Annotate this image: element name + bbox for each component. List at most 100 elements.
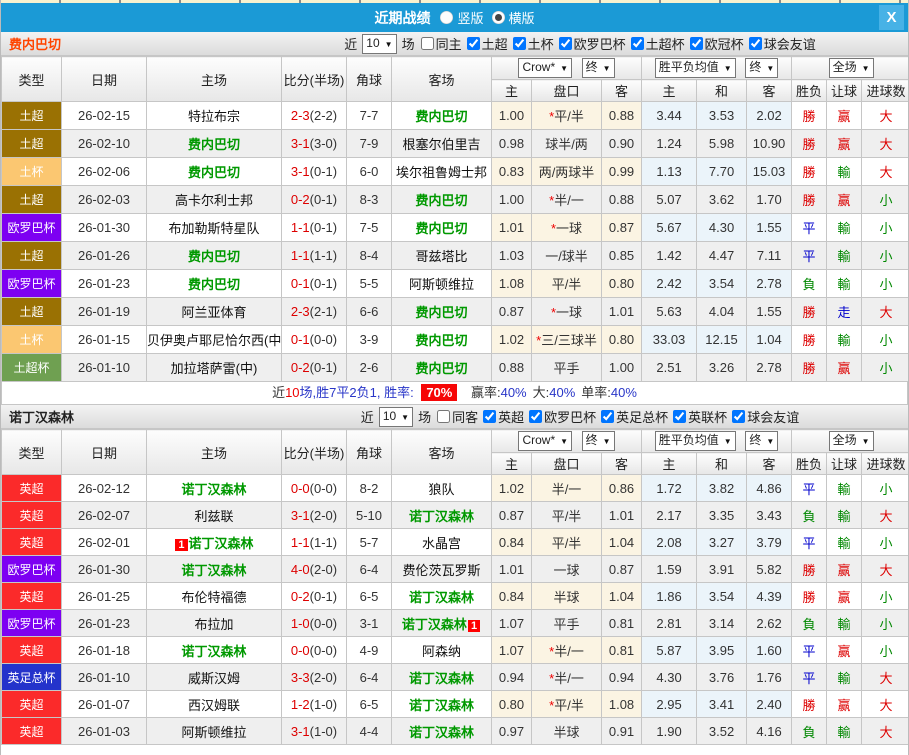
league-filter-checkbox[interactable]: 英足总杯 [598, 407, 668, 426]
away-team-cell[interactable]: 诺丁汉森林 [391, 717, 492, 745]
home-team-cell[interactable]: 布拉加 [146, 609, 282, 637]
home-team-name[interactable]: 费内巴切 [188, 137, 240, 152]
layout-radio-vertical[interactable] [440, 11, 454, 24]
home-team-name[interactable]: 费内巴切 [188, 249, 240, 264]
away-team-cell[interactable]: 费内巴切 [391, 353, 492, 382]
away-team-cell[interactable]: 阿森纳 [391, 636, 492, 664]
away-team-name[interactable]: 费伦茨瓦罗斯 [402, 563, 480, 578]
home-team-name[interactable]: 加拉塔萨雷(中) [171, 361, 258, 376]
home-team-cell[interactable]: 费内巴切 [146, 269, 282, 298]
away-team-cell[interactable]: 费内巴切 [391, 101, 492, 130]
away-team-cell[interactable]: 狼队 [391, 474, 492, 502]
away-team-name[interactable]: 费内巴切 [415, 305, 467, 320]
away-team-cell[interactable]: 诺丁汉森林 [391, 690, 492, 718]
home-team-cell[interactable]: 特拉布宗 [146, 101, 282, 130]
league-filter-checkbox[interactable]: 英联杯 [670, 407, 727, 426]
close-button[interactable]: X [879, 5, 904, 30]
league-checkbox-input[interactable] [748, 37, 762, 50]
home-team-cell[interactable]: 高卡尔利士邦 [146, 185, 282, 214]
away-team-name[interactable]: 水晶宫 [422, 536, 461, 551]
home-team-name[interactable]: 威斯汉姆 [188, 671, 240, 686]
home-team-cell[interactable]: 诺丁汉森林 [146, 636, 282, 664]
league-checkbox-input[interactable] [732, 410, 746, 423]
home-team-name[interactable]: 布加勒斯特星队 [168, 221, 259, 236]
league-filter-checkbox[interactable]: 球会友谊 [746, 34, 816, 53]
league-filter-checkbox[interactable]: 英超 [480, 407, 524, 426]
mean-final-select[interactable]: 终 [745, 431, 779, 451]
crow-final-select[interactable]: 终 [581, 58, 615, 78]
layout-radio-horizontal[interactable] [491, 11, 505, 24]
home-team-name[interactable]: 诺丁汉森林 [181, 482, 246, 497]
home-team-cell[interactable]: 威斯汉姆 [146, 663, 282, 691]
home-team-name[interactable]: 布拉加 [194, 617, 233, 632]
away-team-name[interactable]: 阿斯顿维拉 [409, 277, 474, 292]
home-team-name[interactable]: 西汉姆联 [188, 698, 240, 713]
league-filter-checkbox[interactable]: 欧冠杯 [687, 34, 744, 53]
same-venue-checkbox[interactable]: 同主 [418, 34, 462, 53]
home-team-cell[interactable]: 诺丁汉森林 [146, 555, 282, 583]
away-team-name[interactable]: 费内巴切 [415, 333, 467, 348]
home-team-name[interactable]: 利兹联 [194, 509, 233, 524]
away-team-cell[interactable]: 费内巴切 [391, 325, 492, 354]
league-checkbox-input[interactable] [601, 410, 615, 423]
league-checkbox-input[interactable] [483, 410, 497, 423]
league-checkbox-input[interactable] [558, 37, 572, 50]
home-team-cell[interactable]: 阿斯顿维拉 [146, 717, 282, 745]
home-team-name[interactable]: 阿兰亚体育 [181, 305, 246, 320]
away-team-name[interactable]: 费内巴切 [415, 361, 467, 376]
home-team-cell[interactable]: 费内巴切 [146, 157, 282, 186]
home-team-cell[interactable]: 利兹联 [146, 501, 282, 529]
away-team-name[interactable]: 费内巴切 [415, 109, 467, 124]
away-team-cell[interactable]: 阿斯顿维拉 [391, 269, 492, 298]
away-team-cell[interactable]: 哥兹塔比 [391, 241, 492, 270]
away-team-name[interactable]: 诺丁汉森林 [409, 698, 474, 713]
league-filter-checkbox[interactable]: 土超 [464, 34, 508, 53]
fullmatch-select[interactable]: 全场 [828, 58, 874, 78]
home-team-name[interactable]: 诺丁汉森林 [181, 644, 246, 659]
home-team-name[interactable]: 布伦特福德 [181, 590, 246, 605]
home-team-name[interactable]: 阿斯顿维拉 [181, 725, 246, 740]
away-team-name[interactable]: 诺丁汉森林 [409, 671, 474, 686]
away-team-cell[interactable]: 根塞尔伯里吉 [391, 129, 492, 158]
league-filter-checkbox[interactable]: 球会友谊 [729, 407, 799, 426]
away-team-name[interactable]: 根塞尔伯里吉 [402, 137, 480, 152]
league-checkbox-input[interactable] [529, 410, 543, 423]
away-team-cell[interactable]: 诺丁汉森林 [391, 582, 492, 610]
match-count-select[interactable]: 10 [378, 406, 414, 427]
home-team-cell[interactable]: 加拉塔萨雷(中) [146, 353, 282, 382]
home-team-cell[interactable]: 布伦特福德 [146, 582, 282, 610]
league-checkbox-input[interactable] [512, 37, 526, 50]
league-checkbox-input[interactable] [689, 37, 703, 50]
away-team-cell[interactable]: 诺丁汉森林 1 [391, 609, 492, 637]
crow-company-select[interactable]: Crow* [518, 431, 573, 451]
same-venue-checkbox[interactable]: 同客 [434, 407, 478, 426]
crow-company-select[interactable]: Crow* [518, 58, 573, 78]
away-team-name[interactable]: 诺丁汉森林 [402, 617, 467, 632]
away-team-name[interactable]: 埃尔祖鲁姆士邦 [396, 165, 487, 180]
home-team-cell[interactable]: 1 诺丁汉森林 [146, 528, 282, 556]
home-team-name[interactable]: 诺丁汉森林 [181, 563, 246, 578]
mean-select[interactable]: 胜平负均值 [654, 58, 736, 78]
away-team-name[interactable]: 诺丁汉森林 [409, 725, 474, 740]
away-team-name[interactable]: 费内巴切 [415, 221, 467, 236]
home-team-name[interactable]: 费内巴切 [188, 165, 240, 180]
away-team-cell[interactable]: 埃尔祖鲁姆士邦 [391, 157, 492, 186]
league-filter-checkbox[interactable]: 土杯 [510, 34, 554, 53]
match-count-select[interactable]: 10 [362, 33, 397, 54]
away-team-name[interactable]: 诺丁汉森林 [409, 590, 474, 605]
home-team-name[interactable]: 诺丁汉森林 [189, 536, 254, 551]
home-team-cell[interactable]: 西汉姆联 [146, 690, 282, 718]
home-team-name[interactable]: 贝伊奥卢耶尼恰尔西(中) [148, 333, 281, 348]
home-team-cell[interactable]: 诺丁汉森林 [146, 474, 282, 502]
crow-final-select[interactable]: 终 [581, 431, 615, 451]
away-team-cell[interactable]: 诺丁汉森林 [391, 663, 492, 691]
same-venue-checkbox-input[interactable] [420, 37, 434, 50]
home-team-cell[interactable]: 阿兰亚体育 [146, 297, 282, 326]
away-team-cell[interactable]: 费内巴切 [391, 213, 492, 242]
away-team-name[interactable]: 诺丁汉森林 [409, 509, 474, 524]
away-team-cell[interactable]: 费内巴切 [391, 185, 492, 214]
home-team-name[interactable]: 费内巴切 [188, 277, 240, 292]
away-team-cell[interactable]: 费伦茨瓦罗斯 [391, 555, 492, 583]
home-team-cell[interactable]: 费内巴切 [146, 129, 282, 158]
away-team-cell[interactable]: 诺丁汉森林 [391, 501, 492, 529]
